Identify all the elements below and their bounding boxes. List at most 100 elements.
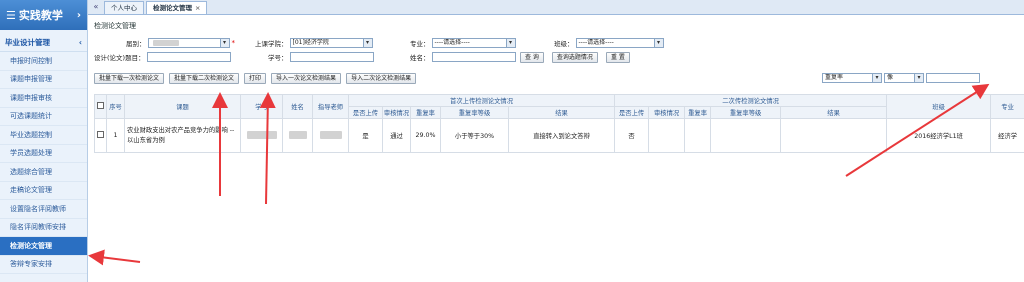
cell-uploaded: 是 [348, 118, 383, 153]
select-all-header [94, 94, 107, 119]
col-result-2[interactable]: 结果 [780, 106, 888, 119]
group-first-upload: 首次上传检测论文情况 [347, 94, 616, 107]
sidebar-item[interactable]: 申报时间控制 [0, 52, 87, 71]
cell-rate-2 [684, 118, 712, 153]
cell-level-2 [710, 118, 782, 153]
page-title: 检测论文管理 [94, 22, 136, 30]
student-id-label: 学号： [268, 54, 288, 62]
cell-major: 经济学 [990, 118, 1024, 153]
cell-uploaded-2: 否 [614, 118, 650, 153]
col-rate-2[interactable]: 重复率 [684, 106, 712, 119]
cell-level: 小于等于30% [440, 118, 509, 153]
college-select[interactable]: [01]经济学院 [289, 38, 373, 48]
cell-result-2 [780, 118, 888, 153]
redacted-block [246, 130, 277, 139]
cell-student-id [240, 118, 283, 153]
print-button[interactable]: 打印 [244, 72, 267, 84]
major-label: 专业： [410, 40, 430, 48]
class-label: 班级： [554, 40, 574, 48]
sidebar-item[interactable]: 隐名评阅教师安排 [0, 219, 87, 237]
thesis-check-table: 序号 课题 学号 姓名 指导老师 首次上传检测论文情况 二次传检测论文情况 班级… [94, 94, 1024, 153]
col-major[interactable]: 专业 [990, 94, 1024, 119]
col-level[interactable]: 重复率等级 [440, 106, 509, 119]
tab-personal-center[interactable]: 个人中心 [104, 1, 144, 14]
tab-bar: « 个人中心 检测论文管理 × [88, 0, 1024, 15]
topic-input[interactable] [146, 52, 231, 62]
tab-label: 个人中心 [111, 4, 137, 12]
sidebar: ☰ 实践教学 › 毕业设计管理 ‹ 申报时间控制 课题申报管理 课题申报审核 可选课题… [0, 0, 88, 282]
sidebar-item[interactable]: 学员选题处理 [0, 145, 87, 163]
filter-value-input[interactable] [926, 73, 980, 83]
name-label: 姓名： [410, 54, 430, 62]
major-select[interactable]: ----请选择---- [431, 38, 516, 48]
import-first-result-button[interactable]: 导入一次论文检测结果 [271, 72, 342, 84]
cell-class: 2016经济学L1班 [886, 118, 992, 153]
group-second-upload: 二次传检测论文情况 [614, 94, 888, 107]
filter-field-select[interactable]: 重复率 [822, 73, 882, 83]
col-advisor[interactable]: 指导老师 [312, 94, 349, 119]
row-select [94, 118, 107, 153]
sidebar-group-thesis[interactable]: 毕业设计管理 ‹ [0, 34, 87, 52]
sidebar-brand[interactable]: ☰ 实践教学 › [0, 0, 87, 30]
col-topic[interactable]: 课题 [124, 94, 241, 119]
cell-topic: 农业财政支出对农产品竞争力的影响 --以山东省为例 [124, 118, 241, 153]
name-input[interactable] [431, 52, 516, 62]
import-second-result-button[interactable]: 导入二次论文检测结果 [346, 72, 417, 84]
col-seq[interactable]: 序号 [106, 94, 125, 119]
query-button[interactable]: 查 询 [520, 51, 544, 63]
col-audit-2[interactable]: 审核情况 [648, 106, 686, 119]
cell-result: 直接转入到论文答辩 [507, 118, 616, 153]
row-checkbox[interactable] [97, 131, 104, 138]
col-uploaded-2[interactable]: 是否上传 [614, 106, 650, 119]
tab-label: 检测论文管理 [153, 4, 192, 12]
batch-download-second-check-button[interactable]: 批量下载二次检测论文 [169, 72, 240, 84]
brand-label: 实践教学 [18, 9, 63, 22]
chevron-right-icon: › [76, 9, 81, 21]
topic-label: 设计(论文)题目： [94, 54, 145, 62]
col-uploaded[interactable]: 是否上传 [348, 106, 383, 119]
sidebar-item[interactable]: 走稿论文管理 [0, 182, 87, 200]
query-topic-stats-button[interactable]: 查询选题情况 [551, 51, 598, 63]
cell-seq: 1 [106, 118, 125, 153]
sidebar-item[interactable]: 检测论文管理 [0, 237, 87, 256]
col-student-id[interactable]: 学号 [240, 94, 283, 119]
grade-redacted [152, 40, 179, 46]
class-select[interactable]: ----请选择---- [575, 38, 664, 48]
col-result[interactable]: 结果 [507, 106, 616, 119]
menu-list-icon: ☰ [6, 8, 16, 22]
sidebar-item[interactable]: 答辩专家安排 [0, 256, 87, 274]
cell-audit-2 [648, 118, 686, 153]
sidebar-group-label: 毕业设计管理 [5, 38, 50, 47]
main-panel: 检测论文管理 届别： * 上课学院： [01]经济学院 专业： ----请选择-… [88, 15, 1024, 282]
collapse-nav-icon[interactable]: « [90, 1, 102, 14]
filter-operator-select[interactable]: 像 [884, 73, 924, 83]
sidebar-item[interactable]: 课题申报审核 [0, 89, 87, 108]
sidebar-item[interactable]: 可选课题统计 [0, 108, 87, 126]
batch-download-first-check-button[interactable]: 批量下载一次检测论文 [94, 72, 165, 84]
sidebar-item[interactable]: 选题综合管理 [0, 163, 87, 182]
chevron-left-icon: ‹ [78, 38, 82, 47]
grade-select[interactable] [147, 38, 230, 48]
close-icon[interactable]: × [195, 4, 200, 12]
college-label: 上课学院： [255, 40, 288, 48]
redacted-block [288, 130, 307, 139]
cell-advisor [312, 118, 349, 153]
col-level-2[interactable]: 重复率等级 [710, 106, 782, 119]
col-audit[interactable]: 审核情况 [382, 106, 411, 119]
required-mark: * [231, 39, 236, 47]
cell-name [282, 118, 313, 153]
student-id-input[interactable] [289, 52, 374, 62]
col-rate[interactable]: 重复率 [410, 106, 441, 119]
grade-label: 届别： [126, 40, 146, 48]
reset-button[interactable]: 重 置 [605, 51, 630, 63]
sidebar-item[interactable]: 设置隐名评阅教师 [0, 200, 87, 219]
sidebar-item[interactable]: 毕业选题控制 [0, 126, 87, 145]
tab-thesis-check[interactable]: 检测论文管理 × [146, 1, 208, 14]
select-all-checkbox[interactable] [97, 102, 104, 109]
cell-rate: 29.0% [410, 118, 441, 153]
sidebar-item[interactable]: 课题申报管理 [0, 71, 87, 89]
table-row[interactable]: 1 农业财政支出对农产品竞争力的影响 --以山东省为例 是 通过 29.0% 小… [94, 118, 1024, 153]
col-class[interactable]: 班级 [886, 94, 992, 119]
cell-audit: 通过 [382, 118, 411, 153]
col-name[interactable]: 姓名 [282, 94, 313, 119]
